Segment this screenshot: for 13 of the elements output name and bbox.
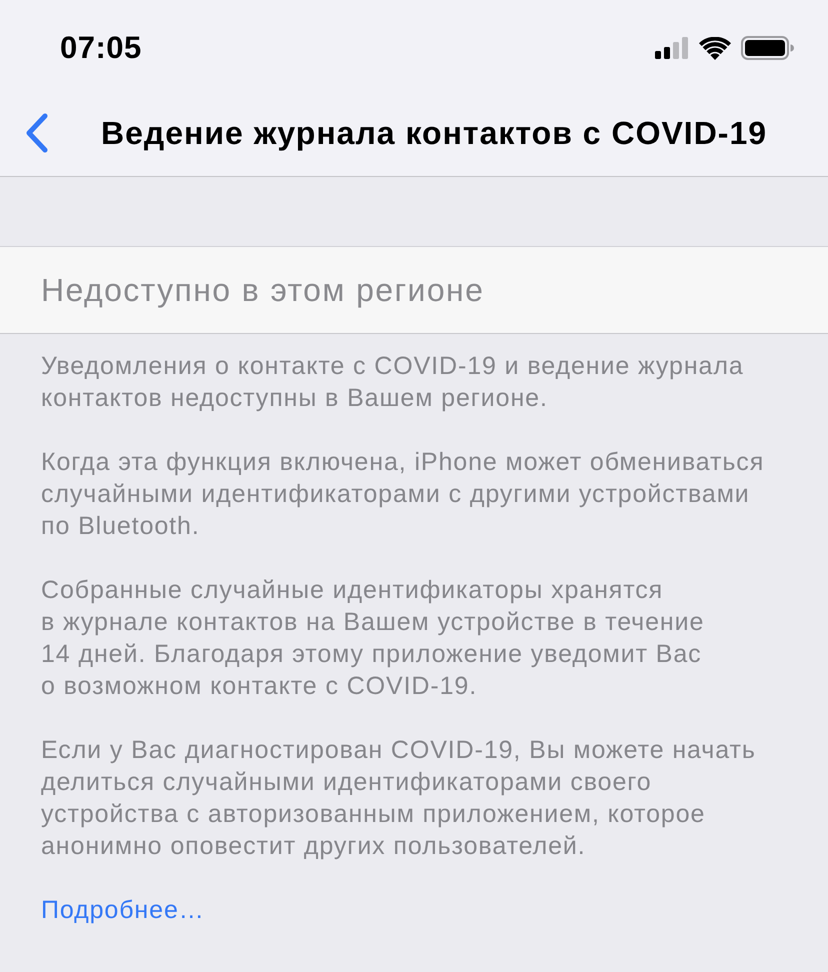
back-button[interactable]: [25, 113, 49, 153]
cellular-signal-icon: [655, 37, 689, 59]
footer-paragraph: Когда эта функция включена, iPhone может обмениваться случайными идентификаторами с другими устройствами по Bluetooth.: [41, 447, 764, 542]
learn-more-link[interactable]: Подробнее…: [41, 894, 205, 926]
footer-paragraph: Если у Вас диагностирован COVID-19, Вы можете начать делиться случайными идентификаторами своего устройства с авторизованным приложением, которое анонимно оповестит других пользователей.: [41, 735, 756, 862]
cell-label: Недоступно в этом регионе: [41, 272, 484, 308]
footer-paragraph: Уведомления о контакте с COVID-19 и ведение журнала контактов недоступны в Вашем регионе.: [41, 351, 744, 414]
footer-paragraph: Собранные случайные идентификаторы хранятся в журнале контактов на Вашем устройстве в течение 14 дней. Благодаря этому приложение уведомит Вас о возможном контакте с COVID-19.: [41, 575, 704, 702]
battery-icon: [741, 36, 794, 60]
chevron-left-icon: [25, 113, 49, 153]
wifi-icon: [699, 36, 731, 60]
status-time: 07:05: [60, 30, 142, 66]
nav-title: Ведение журнала контактов с COVID-19: [101, 114, 768, 152]
